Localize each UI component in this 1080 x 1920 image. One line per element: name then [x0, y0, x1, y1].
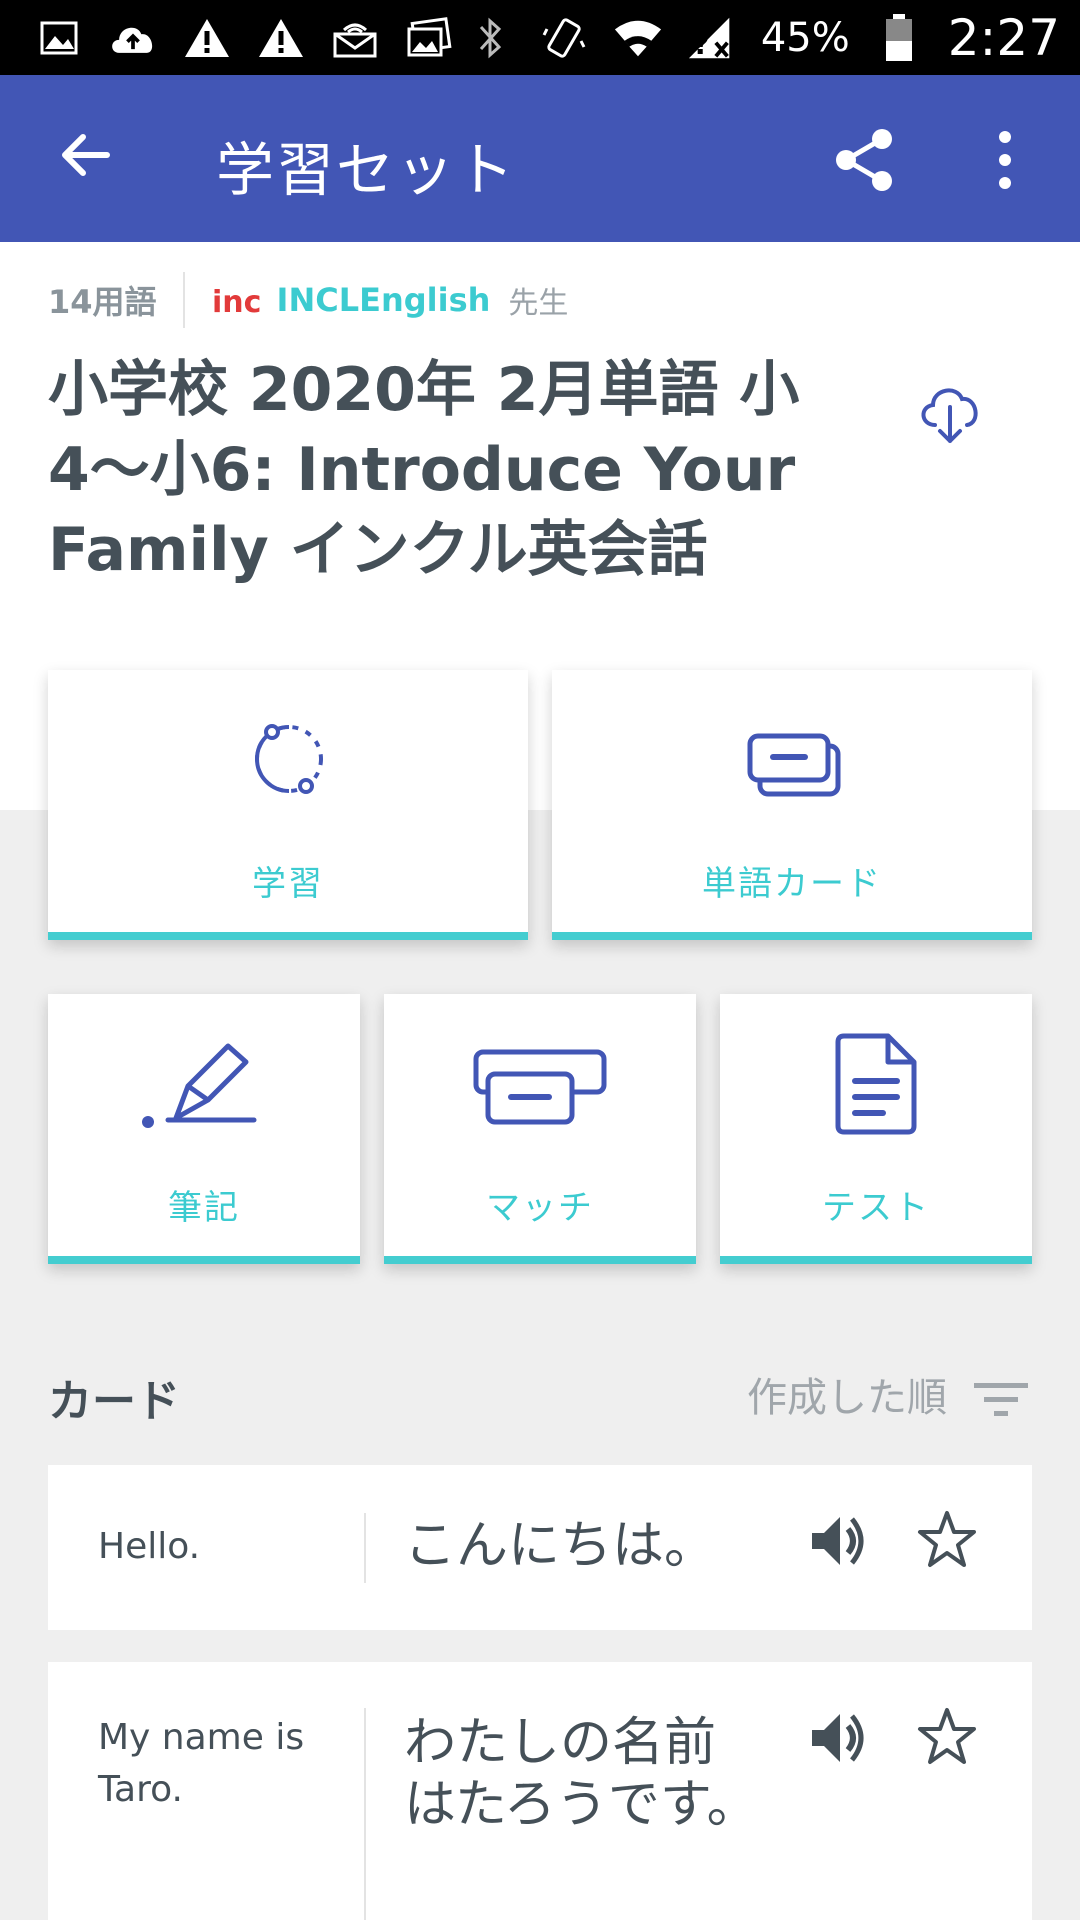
match-icon — [473, 1049, 607, 1125]
set-meta: 14用語 incl INCLEnglish 先生 — [48, 272, 569, 328]
battery-icon — [874, 13, 924, 63]
download-button[interactable] — [915, 375, 985, 450]
learn-mode-card[interactable]: 学習 — [48, 670, 528, 940]
flashcards-label: 単語カード — [702, 864, 882, 904]
warning-icon — [256, 13, 306, 63]
flashcards-icon — [747, 733, 841, 797]
star-icon[interactable] — [916, 1706, 978, 1768]
more-vert-icon — [999, 131, 1011, 189]
pen-icon — [142, 1043, 257, 1128]
clock: 2:27 — [947, 8, 1060, 67]
share-button[interactable] — [830, 125, 900, 195]
test-document-icon — [835, 1033, 917, 1135]
cloud-upload-icon — [108, 13, 158, 63]
term-text: My name is Taro. — [98, 1717, 305, 1810]
match-mode-card[interactable]: マッチ — [384, 994, 696, 1264]
app-bar: 学習セット — [0, 75, 1080, 242]
svg-text:incl: incl — [212, 285, 263, 320]
wifi-icon — [613, 13, 663, 63]
author-name[interactable]: INCLEnglish — [277, 281, 491, 319]
learn-icon — [255, 724, 323, 794]
speaker-icon[interactable] — [808, 1708, 868, 1768]
term-row: Hello. こんにちは。 — [48, 1465, 1032, 1630]
star-icon[interactable] — [916, 1509, 978, 1571]
bluetooth-icon — [465, 13, 515, 63]
divider — [182, 272, 185, 328]
cloud-download-icon — [921, 388, 978, 443]
definition-text: こんにちは。 — [404, 1516, 717, 1576]
set-title: 小学校 2020年 2月単語 小4〜小6: Introduce Your Fam… — [48, 355, 800, 585]
mail-icon — [330, 13, 380, 63]
sort-icon[interactable] — [972, 1375, 1032, 1425]
test-label: テスト — [822, 1188, 930, 1228]
photos-icon — [404, 13, 454, 63]
divider — [364, 1708, 366, 1920]
vibrate-icon — [539, 13, 589, 63]
write-mode-card[interactable]: 筆記 — [48, 994, 360, 1264]
test-mode-card[interactable]: テスト — [720, 994, 1032, 1264]
cards-heading: カード — [48, 1376, 180, 1427]
battery-percent: 45% — [760, 14, 850, 61]
term-count: 14用語 — [48, 283, 157, 321]
speaker-icon[interactable] — [808, 1511, 868, 1571]
definition-text: わたしの名前はたろうです。 — [404, 1713, 759, 1835]
cards-section-header: カード 作成した順 — [48, 1365, 1032, 1427]
status-bar-notifications — [34, 13, 454, 63]
svg-text:?: ? — [693, 27, 710, 61]
learn-label: 学習 — [252, 864, 324, 904]
author-logo: incl — [212, 285, 263, 320]
write-label: 筆記 — [168, 1188, 240, 1228]
divider — [364, 1513, 366, 1583]
more-options-button[interactable] — [990, 125, 1020, 195]
term-row: My name is Taro. わたしの名前はたろうです。 — [48, 1662, 1032, 1920]
warning-icon — [182, 13, 232, 63]
flashcards-mode-card[interactable]: 単語カード — [552, 670, 1032, 940]
match-label: マッチ — [486, 1188, 594, 1228]
image-icon — [34, 13, 84, 63]
arrow-left-icon — [62, 134, 110, 176]
back-button[interactable] — [55, 125, 115, 185]
status-bar: ? 45% 2:27 — [0, 0, 1080, 75]
author-role: 先生 — [508, 286, 569, 321]
no-signal-icon: ? — [687, 13, 737, 63]
term-text: Hello. — [98, 1526, 201, 1567]
status-bar-system: ? 45% 2:27 — [465, 9, 1060, 67]
app-bar-title: 学習セット — [216, 136, 517, 204]
share-icon — [836, 129, 892, 191]
sort-label[interactable]: 作成した順 — [747, 1365, 947, 1423]
